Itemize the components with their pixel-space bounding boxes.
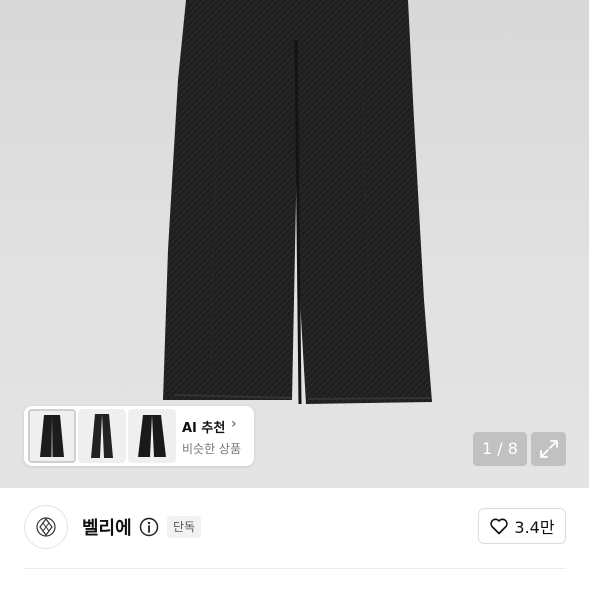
jeans-thumbnail-icon [138,415,166,457]
reco-subtitle: 비슷한 상품 [182,442,242,456]
jeans-thumbnail-icon [40,415,64,457]
heart-icon [490,518,509,535]
divider [24,568,566,569]
store-logo-icon [36,517,56,537]
reco-title: AI 추천 [182,421,226,436]
store-badge: 단독 [167,516,202,538]
like-count: 3.4만 [514,518,555,537]
jeans-thumbnail-icon [91,414,113,458]
store-logo[interactable] [24,505,68,549]
reco-thumbnail-2[interactable] [78,409,126,463]
store-info-bar: 벨리에 단독 3.4만 [0,488,589,568]
image-counter: 1 / 8 [473,432,527,466]
product-image-gallery[interactable]: AI 추천 › 비슷한 상품 1 / 8 [0,0,589,488]
ai-recommendation-card[interactable]: AI 추천 › 비슷한 상품 [24,406,254,466]
reco-thumbnail-3[interactable] [128,409,176,463]
reco-thumbnail-1[interactable] [28,409,76,463]
chevron-right-icon: › [231,416,237,432]
expand-icon [539,440,558,458]
expand-button[interactable] [531,432,566,466]
store-name[interactable]: 벨리에 [82,514,132,540]
like-button[interactable]: 3.4만 [478,508,566,544]
info-icon[interactable] [139,517,159,537]
